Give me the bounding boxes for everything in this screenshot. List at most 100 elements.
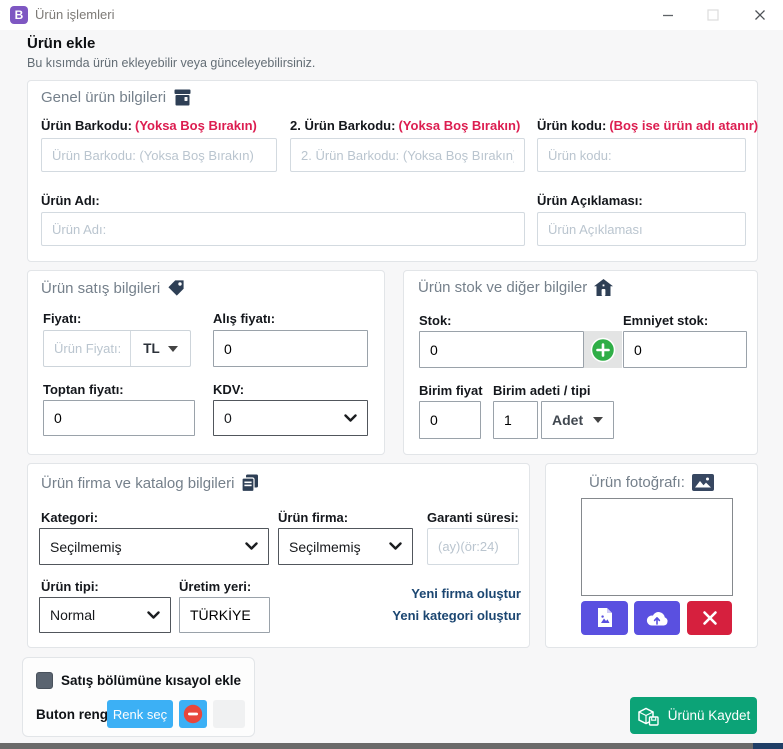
save-button-label: Ürünü Kaydet	[668, 708, 751, 723]
remove-color-button[interactable]	[179, 700, 207, 728]
wholesale-price-label: Toptan fiyatı:	[43, 382, 124, 397]
price-input[interactable]	[44, 331, 130, 366]
product-type-label: Ürün tipi:	[41, 579, 99, 594]
barcode2-label: 2. Ürün Barkodu:(Yoksa Boş Bırakın)	[290, 118, 520, 133]
file-image-icon	[597, 608, 613, 628]
vat-select[interactable]: 0	[213, 400, 368, 436]
documents-icon	[241, 474, 259, 492]
section-general-title-text: Genel ürün bilgileri	[41, 89, 166, 106]
section-stock-title: Ürün stok ve diğer bilgiler	[418, 279, 613, 296]
shortcut-checkbox[interactable]	[36, 672, 53, 689]
section-general-info: Genel ürün bilgileri Ürün Barkodu:(Yoksa…	[27, 80, 758, 262]
save-product-button[interactable]: Ürünü Kaydet	[630, 697, 757, 734]
package-icon	[173, 89, 192, 106]
minus-circle-icon	[183, 704, 203, 724]
product-type-value: Normal	[50, 607, 95, 623]
warranty-label: Garanti süresi:	[427, 510, 519, 525]
origin-label: Üretim yeri:	[179, 579, 251, 594]
save-package-icon	[637, 706, 659, 726]
product-code-label: Ürün kodu:(Boş ise ürün adı atanır)	[537, 118, 758, 133]
section-general-title: Genel ürün bilgileri	[41, 89, 192, 106]
minimize-button[interactable]	[653, 0, 683, 30]
barcode2-input[interactable]	[290, 138, 525, 172]
product-type-select[interactable]: Normal	[39, 597, 171, 633]
chevron-down-icon	[147, 611, 160, 620]
pick-color-button[interactable]: Renk seç	[107, 700, 173, 728]
safety-stock-label: Emniyet stok:	[623, 313, 708, 328]
origin-input[interactable]	[179, 597, 270, 633]
remove-photo-button[interactable]	[687, 601, 732, 635]
minimize-icon	[662, 9, 674, 21]
cloud-upload-icon	[646, 610, 668, 626]
section-sales-info: Ürün satış bilgileri Fiyatı: Alış fiyatı…	[27, 270, 385, 455]
price-label: Fiyatı:	[43, 311, 81, 326]
color-swatch	[213, 700, 245, 728]
close-icon	[754, 9, 766, 21]
currency-value: TL	[143, 341, 160, 356]
category-select[interactable]: Seçilmemiş	[39, 528, 269, 565]
page-subtitle: Bu kısımda ürün ekleyebilir veya güncele…	[27, 56, 315, 70]
section-catalog-title-text: Ürün firma ve katalog bilgileri	[41, 475, 234, 492]
barcode2-label-text: 2. Ürün Barkodu:	[290, 118, 395, 133]
barcode1-input[interactable]	[41, 138, 277, 172]
unit-count-label: Birim adeti / tipi	[493, 383, 591, 398]
vat-label: KDV:	[213, 382, 244, 397]
firm-select[interactable]: Seçilmemiş	[278, 528, 413, 565]
button-color-label: Buton rengi:	[36, 707, 116, 722]
barcode1-label: Ürün Barkodu:(Yoksa Boş Bırakın)	[41, 118, 257, 133]
window-title: Ürün işlemleri	[35, 0, 114, 30]
chevron-down-icon	[245, 542, 258, 551]
increase-stock-button[interactable]	[584, 331, 622, 368]
new-firm-link[interactable]: Yeni firma oluştur	[411, 586, 521, 601]
photo-preview-box	[581, 498, 733, 596]
safety-stock-input[interactable]	[623, 331, 747, 368]
bottom-strip	[0, 743, 783, 749]
product-desc-label: Ürün Açıklaması:	[537, 193, 643, 208]
product-desc-input[interactable]	[537, 212, 746, 246]
section-stock-title-text: Ürün stok ve diğer bilgiler	[418, 279, 587, 296]
chevron-down-icon	[344, 414, 357, 423]
unit-price-input[interactable]	[419, 401, 481, 439]
stock-input[interactable]	[419, 331, 584, 368]
app-logo: B	[10, 6, 28, 24]
unit-type-select[interactable]: Adet	[541, 401, 614, 439]
bottom-strip-accent	[753, 743, 783, 749]
warranty-input[interactable]	[427, 528, 519, 565]
stock-input-group	[419, 331, 622, 368]
x-icon	[702, 610, 718, 626]
category-select-value: Seçilmemiş	[50, 539, 122, 555]
product-name-input[interactable]	[41, 212, 525, 246]
photo-title: Ürün fotoğrafı:	[546, 474, 757, 491]
maximize-icon	[707, 9, 719, 21]
home-icon	[594, 279, 613, 296]
barcode2-hint: (Yoksa Boş Bırakın)	[398, 118, 520, 133]
product-code-label-text: Ürün kodu:	[537, 118, 606, 133]
price-input-group: TL	[43, 330, 191, 367]
new-category-link[interactable]: Yeni kategori oluştur	[392, 608, 521, 623]
chevron-down-icon	[389, 542, 402, 551]
section-sales-shortcut: Satış bölümüne kısayol ekle Buton rengi:…	[22, 657, 255, 737]
section-stock-info: Ürün stok ve diğer bilgiler Stok: Emniye…	[403, 270, 758, 455]
firm-label: Ürün firma:	[278, 510, 348, 525]
upload-photo-button[interactable]	[634, 601, 680, 635]
unit-count-input[interactable]	[493, 401, 538, 439]
tag-icon	[167, 279, 185, 297]
product-operations-window: B Ürün işlemleri Ürün ekle Bu kısımda ür…	[0, 0, 783, 749]
page-title: Ürün ekle	[27, 35, 95, 52]
image-icon	[692, 474, 714, 491]
purchase-price-input[interactable]	[213, 330, 368, 367]
wholesale-price-input[interactable]	[43, 400, 195, 436]
close-button[interactable]	[745, 0, 775, 30]
triangle-down-icon	[593, 417, 603, 423]
barcode1-hint: (Yoksa Boş Bırakın)	[135, 118, 257, 133]
section-sales-title-text: Ürün satış bilgileri	[41, 280, 160, 297]
product-code-input[interactable]	[537, 138, 746, 172]
currency-select[interactable]: TL	[131, 331, 190, 366]
barcode1-label-text: Ürün Barkodu:	[41, 118, 132, 133]
maximize-button[interactable]	[698, 0, 728, 30]
choose-photo-button[interactable]	[581, 601, 628, 635]
purchase-price-label: Alış fiyatı:	[213, 311, 275, 326]
plus-circle-icon	[590, 337, 616, 363]
unit-type-value: Adet	[552, 412, 583, 428]
photo-title-text: Ürün fotoğrafı:	[589, 474, 685, 491]
